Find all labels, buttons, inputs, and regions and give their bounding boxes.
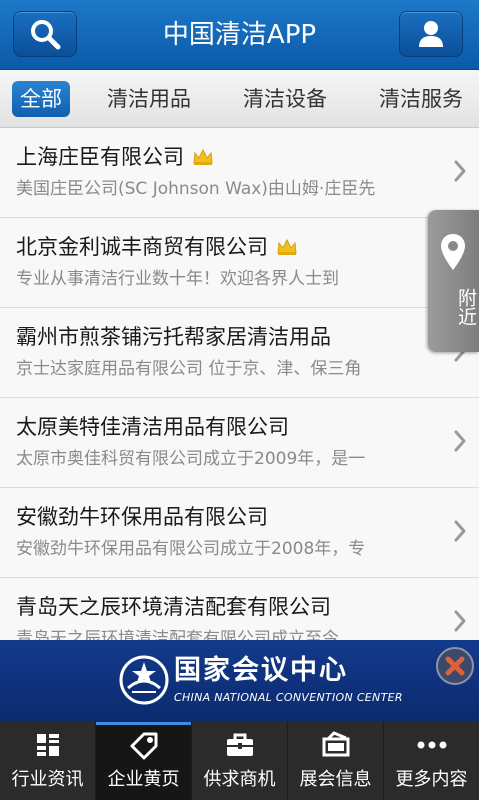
convention-center-logo [119, 655, 169, 705]
company-desc: 专业从事清洁行业数十年！欢迎各界人士到 [16, 269, 339, 289]
more-icon [417, 741, 446, 749]
nav-industry-news[interactable]: 行业资讯 [0, 722, 96, 800]
company-desc: 美国庄臣公司(SC Johnson Wax)由山姆·庄臣先 [16, 179, 376, 199]
company-list: 上海庄臣有限公司 美国庄臣公司(SC Johnson Wax)由山姆·庄臣先 北… [0, 128, 479, 640]
list-item[interactable]: 上海庄臣有限公司 美国庄臣公司(SC Johnson Wax)由山姆·庄臣先 [0, 128, 479, 218]
company-name: 霸州市煎茶铺污托帮家居清洁用品 [16, 325, 331, 349]
company-desc: 青岛天之辰环境清洁配套有限公司成立至今 [16, 629, 339, 640]
nearby-tab[interactable]: 附近 [428, 210, 479, 352]
location-pin-icon [441, 234, 465, 270]
briefcase-icon [226, 733, 253, 756]
chevron-right-icon [454, 160, 466, 182]
close-icon [445, 656, 465, 676]
tab-cleaning-equipment[interactable]: 清洁设备 [243, 81, 327, 117]
tag-icon [130, 732, 157, 760]
bottom-nav: 行业资讯 企业黄页 供求商机 展会信息 更多内容 [0, 722, 479, 800]
tab-cleaning-services[interactable]: 清洁服务 [379, 81, 463, 117]
list-item[interactable]: 安徽劲牛环保用品有限公司 安徽劲牛环保用品有限公司成立于2008年，专 [0, 488, 479, 578]
company-name: 太原美特佳清洁用品有限公司 [16, 415, 289, 439]
chevron-right-icon [454, 610, 466, 632]
crown-icon [192, 144, 214, 174]
company-desc: 太原市奥佳科贸有限公司成立于2009年，是一 [16, 449, 366, 469]
user-button[interactable] [399, 11, 463, 57]
crown-icon [276, 234, 298, 264]
company-name: 北京金利诚丰商贸有限公司 [16, 232, 298, 264]
ad-close-button[interactable] [436, 647, 474, 685]
company-name: 青岛天之辰环境清洁配套有限公司 [16, 595, 331, 619]
company-name: 安徽劲牛环保用品有限公司 [16, 505, 268, 529]
ad-banner[interactable]: 国家会议中心 CHINA NATIONAL CONVENTION CENTER [0, 640, 479, 722]
tab-cleaning-supplies[interactable]: 清洁用品 [107, 81, 191, 117]
company-desc: 京士达家庭用品有限公司 位于京、津、保三角 [16, 359, 362, 379]
category-tabs: 全部 清洁用品 清洁设备 清洁服务 [0, 70, 479, 128]
ad-title-cn: 国家会议中心 [174, 655, 348, 686]
tab-all[interactable]: 全部 [12, 81, 70, 117]
company-desc: 安徽劲牛环保用品有限公司成立于2008年，专 [16, 539, 366, 559]
nav-label: 供求商机 [203, 769, 276, 790]
grid-icon [36, 734, 59, 756]
nearby-label: 附近 [455, 288, 477, 326]
nav-label: 行业资讯 [11, 769, 84, 790]
list-item[interactable]: 太原美特佳清洁用品有限公司 太原市奥佳科贸有限公司成立于2009年，是一 [0, 398, 479, 488]
nav-company-directory[interactable]: 企业黄页 [96, 722, 192, 800]
user-icon [419, 21, 443, 47]
nav-more-content[interactable]: 更多内容 [384, 722, 479, 800]
chevron-right-icon [454, 430, 466, 452]
list-item[interactable]: 青岛天之辰环境清洁配套有限公司 青岛天之辰环境清洁配套有限公司成立至今 [0, 578, 479, 640]
ticket-icon [322, 731, 349, 757]
nav-label: 企业黄页 [107, 769, 180, 790]
ad-title-en: CHINA NATIONAL CONVENTION CENTER [174, 691, 403, 704]
list-item[interactable]: 北京金利诚丰商贸有限公司 专业从事清洁行业数十年！欢迎各界人士到 [0, 218, 479, 308]
nav-exhibition-info[interactable]: 展会信息 [288, 722, 384, 800]
company-name: 上海庄臣有限公司 [16, 142, 214, 174]
app-header: 中国清洁APP [0, 0, 479, 70]
nav-label: 展会信息 [299, 769, 372, 790]
chevron-right-icon [454, 520, 466, 542]
nav-label: 更多内容 [395, 769, 468, 790]
nav-supply-demand[interactable]: 供求商机 [192, 722, 288, 800]
list-item[interactable]: 霸州市煎茶铺污托帮家居清洁用品 京士达家庭用品有限公司 位于京、津、保三角 [0, 308, 479, 398]
